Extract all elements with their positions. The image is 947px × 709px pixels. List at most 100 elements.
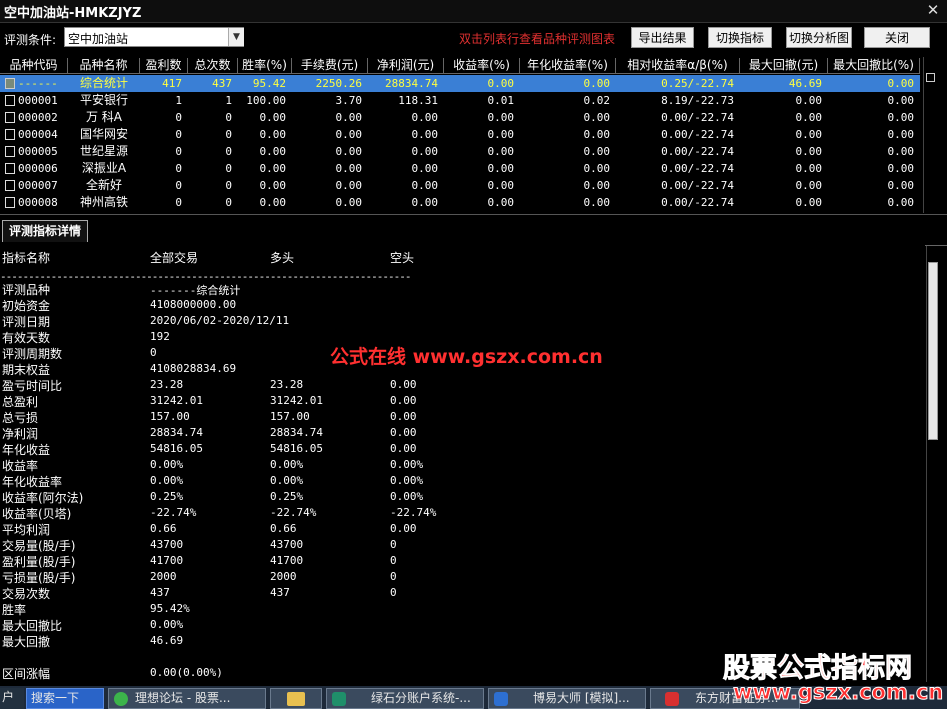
table-cell: 万 科A bbox=[85, 110, 123, 124]
table-cell: 0.00 bbox=[335, 179, 363, 192]
column-header[interactable]: 品种代码 bbox=[0, 58, 68, 74]
table-cell: 0.00 bbox=[583, 111, 611, 124]
export-button[interactable]: 导出结果 bbox=[631, 27, 694, 48]
column-header[interactable]: 最大回撤(元) bbox=[740, 58, 828, 74]
column-header[interactable]: 品种名称 bbox=[68, 58, 140, 74]
detail-metric-value: 0.00% bbox=[150, 618, 184, 631]
table-cell: 0.00/-22.74 bbox=[661, 196, 734, 209]
table-cell: 0.00 bbox=[259, 111, 287, 124]
table-cell: 0.00 bbox=[795, 111, 823, 124]
detail-metric-label: 初始资金 bbox=[2, 299, 51, 313]
detail-metric-value: 4108028834.69 bbox=[150, 362, 237, 375]
switch-chart-button[interactable]: 切换分析图 bbox=[786, 27, 852, 48]
table-cell: 0.00 bbox=[583, 179, 611, 192]
detail-metric-value: 0.25% bbox=[150, 490, 184, 503]
table-cell: 0.00 bbox=[411, 111, 439, 124]
tab-detail[interactable]: 评测指标详情 bbox=[2, 220, 88, 242]
table-cell: 0.00 bbox=[487, 162, 515, 175]
table-cell: 118.31 bbox=[398, 94, 438, 107]
table-cell: 0.00 bbox=[795, 94, 823, 107]
range-value: 0.00(0.00%) bbox=[150, 666, 223, 679]
close-icon[interactable]: ✕ bbox=[920, 0, 946, 22]
detail-metric-value: 0 bbox=[390, 554, 397, 567]
table-cell: 0.00 bbox=[411, 128, 439, 141]
table-cell: 0 bbox=[175, 128, 182, 141]
chevron-down-icon[interactable]: ▼ bbox=[228, 28, 244, 46]
detail-metric-value: 0 bbox=[390, 538, 397, 551]
detail-metric-label: 盈利量(股/手) bbox=[2, 555, 76, 569]
detail-metric-value: 95.42% bbox=[150, 602, 190, 615]
table-row[interactable]: 000002 万 科A 0 0 0.00 0.00 0.00 0.00 0.00 0.00/-22… bbox=[0, 109, 920, 126]
table-cell: 000007 bbox=[18, 179, 58, 192]
taskbar-item-folder[interactable] bbox=[270, 688, 322, 709]
table-cell: 0.00 bbox=[795, 179, 823, 192]
taskbar-item-forum[interactable]: 理想论坛 - 股票... bbox=[108, 688, 266, 709]
taskbar-start[interactable]: 户 bbox=[0, 688, 24, 709]
table-row[interactable]: 000005 世纪星源 0 0 0.00 0.00 0.00 0.00 0.00 0.00/-22… bbox=[0, 143, 920, 160]
table-cell: 0 bbox=[225, 111, 232, 124]
detail-col-long: 多头 bbox=[270, 251, 295, 265]
table-row[interactable]: 000007 全新好 0 0 0.00 0.00 0.00 0.00 0.00 0.00/-22.… bbox=[0, 177, 920, 194]
detail-metric-value: 0.00% bbox=[150, 474, 184, 487]
switch-indicator-button[interactable]: 切换指标 bbox=[708, 27, 772, 48]
column-header[interactable]: 总次数 bbox=[188, 58, 238, 74]
table-row[interactable]: 000004 国华网安 0 0 0.00 0.00 0.00 0.00 0.00 0.00/-22… bbox=[0, 126, 920, 143]
detail-metric-value: 23.28 bbox=[270, 378, 304, 391]
tab-strip bbox=[0, 214, 947, 246]
table-cell: 000004 bbox=[18, 128, 58, 141]
detail-metric-value: 23.28 bbox=[150, 378, 184, 391]
column-header[interactable]: 收益率(%) bbox=[444, 58, 520, 74]
table-cell: 国华网安 bbox=[79, 127, 128, 141]
table-cell: 100.00 bbox=[246, 94, 286, 107]
detail-metric-value: 192 bbox=[150, 330, 170, 343]
column-header[interactable]: 年化收益率(%) bbox=[520, 58, 616, 74]
detail-scrollbar-thumb[interactable] bbox=[928, 262, 938, 440]
table-cell: 0 bbox=[225, 196, 232, 209]
close-button[interactable]: 关闭 bbox=[864, 27, 930, 48]
taskbar-item-greenstone[interactable]: 绿石分账户系统-... bbox=[326, 688, 484, 709]
table-row[interactable]: 000006 深振业A 0 0 0.00 0.00 0.00 0.00 0.00 0.00/-22… bbox=[0, 160, 920, 177]
table-cell: 0.00 bbox=[259, 145, 287, 158]
table-cell: 0.00 bbox=[259, 179, 287, 192]
detail-metric-value: 0.00% bbox=[390, 474, 424, 487]
grid-icon bbox=[5, 78, 15, 89]
table-cell: 0.00 bbox=[487, 179, 515, 192]
document-icon bbox=[5, 112, 15, 123]
table-cell: 0 bbox=[225, 179, 232, 192]
table-cell: 0.00 bbox=[487, 196, 515, 209]
column-header[interactable]: 相对收益率α/β(%) bbox=[616, 58, 740, 74]
taskbar-item-greenstone-label: 绿石分账户系统-... bbox=[371, 691, 471, 705]
column-header[interactable]: 手续费(元) bbox=[292, 58, 368, 74]
table-cell: 0.00 bbox=[887, 196, 915, 209]
table-cell: 0.00 bbox=[411, 196, 439, 209]
table-cell: 综合统计 bbox=[79, 76, 128, 90]
detail-metric-value: 0.66 bbox=[270, 522, 297, 535]
table-cell: 0.00 bbox=[259, 162, 287, 175]
taskbar-item-boyi[interactable]: 博易大师 [模拟]... bbox=[488, 688, 646, 709]
detail-metric-value: 31242.01 bbox=[150, 394, 203, 407]
table-cell: 0.00 bbox=[411, 145, 439, 158]
column-header[interactable]: 盈利数 bbox=[140, 58, 188, 74]
detail-metric-label: 评测日期 bbox=[2, 315, 51, 329]
detail-metric-value: 157.00 bbox=[270, 410, 310, 423]
table-row[interactable]: 000001 平安银行 1 1 100.00 3.70 118.31 0.01 0.02 8.19… bbox=[0, 92, 920, 109]
detail-metric-value: 0.00 bbox=[390, 426, 417, 439]
scroll-square-icon[interactable] bbox=[926, 73, 935, 82]
watermark-center: 公式在线 www.gszx.com.cn bbox=[330, 346, 603, 368]
column-header[interactable]: 净利润(元) bbox=[368, 58, 444, 74]
detail-metric-value: 4108000000.00 bbox=[150, 298, 237, 311]
column-header[interactable]: 最大回撤比(%) bbox=[828, 58, 920, 74]
detail-metric-value: 31242.01 bbox=[270, 394, 323, 407]
detail-metric-label: 评测品种 bbox=[2, 283, 51, 297]
taskbar-search[interactable]: 搜索一下 bbox=[26, 688, 104, 709]
table-cell: 0.00 bbox=[335, 145, 363, 158]
table-cell: 000001 bbox=[18, 94, 58, 107]
table-cell: 0 bbox=[175, 196, 182, 209]
table-cell: 平安银行 bbox=[79, 93, 128, 107]
table-row[interactable]: 000008 神州高铁 0 0 0.00 0.00 0.00 0.00 0.00 0.00/-22… bbox=[0, 194, 920, 211]
table-row-summary[interactable]: ------ 综合统计 417 437 95.42 2250.26 28834.74 0.00… bbox=[0, 75, 920, 92]
table-cell: 0.00 bbox=[583, 77, 611, 90]
table-cell: 世纪星源 bbox=[79, 144, 128, 158]
column-header[interactable]: 胜率(%) bbox=[238, 58, 292, 74]
table-cell: 437 bbox=[212, 77, 232, 90]
